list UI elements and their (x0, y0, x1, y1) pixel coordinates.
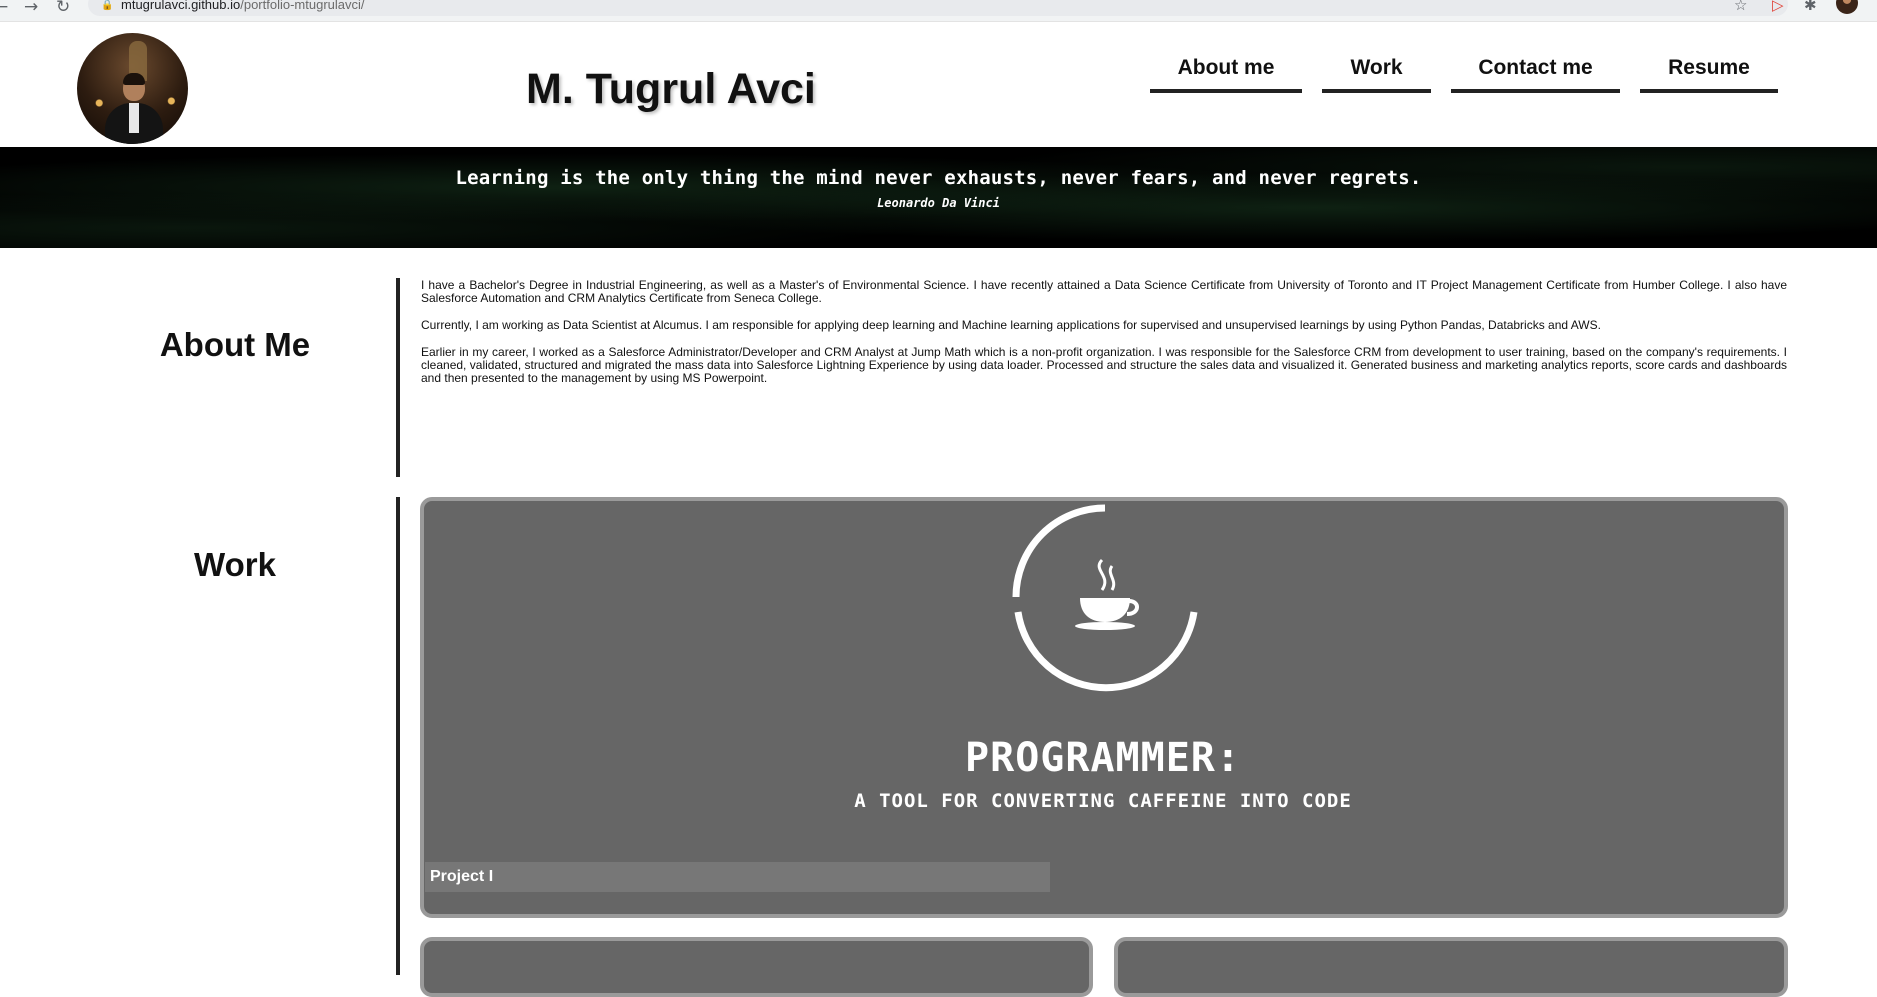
url-text[interactable]: mtugrulavci.github.io/portfolio-mtugrula… (121, 0, 365, 13)
profile-photo (77, 33, 188, 144)
bookmark-star-icon[interactable]: ☆ (1734, 0, 1747, 14)
quote-banner: Learning is the only thing the mind neve… (0, 147, 1877, 248)
quote-text: Learning is the only thing the mind neve… (455, 167, 1422, 189)
about-divider (396, 278, 400, 477)
nav-contact-me[interactable]: Contact me (1451, 53, 1620, 93)
extensions-puzzle-icon[interactable]: ✱ (1804, 0, 1817, 14)
site-title: M. Tugrul Avci (526, 65, 816, 113)
project-card[interactable] (1114, 937, 1788, 997)
coffee-cup-icon (1075, 558, 1139, 630)
about-paragraph: Earlier in my career, I worked as a Sale… (421, 345, 1787, 385)
about-paragraph: I have a Bachelor's Degree in Industrial… (421, 278, 1787, 305)
programmer-subtitle: A TOOL FOR CONVERTING CAFFEINE INTO CODE (854, 790, 1352, 812)
nav-resume[interactable]: Resume (1640, 53, 1778, 93)
project-label[interactable]: Project I (425, 862, 1050, 892)
url-path: /portfolio-mtugrulavci/ (240, 0, 365, 12)
url-host: mtugrulavci.github.io (121, 0, 241, 12)
work-divider (396, 497, 400, 975)
browser-toolbar: ← → ↻ 🔒 mtugrulavci.github.io/portfolio-… (0, 0, 1877, 22)
quote-author: Leonardo Da Vinci (877, 196, 1000, 210)
work-heading: Work (194, 546, 276, 583)
lock-icon[interactable]: 🔒 (101, 0, 113, 11)
about-paragraph: Currently, I am working as Data Scientis… (421, 318, 1601, 332)
about-heading: About Me (159, 326, 311, 363)
about-text: I have a Bachelor's Degree in Industrial… (421, 279, 1787, 399)
programmer-title: PROGRAMMER: (965, 735, 1241, 781)
browser-profile-avatar[interactable] (1836, 0, 1858, 14)
back-arrow-icon[interactable]: ← (0, 0, 8, 17)
nav-work[interactable]: Work (1322, 53, 1431, 93)
extension-icon[interactable]: ▷ (1772, 0, 1784, 14)
forward-arrow-icon[interactable]: → (24, 0, 38, 17)
reload-icon[interactable]: ↻ (56, 0, 70, 17)
project-card[interactable] (420, 937, 1093, 997)
nav-about-me[interactable]: About me (1150, 53, 1302, 93)
